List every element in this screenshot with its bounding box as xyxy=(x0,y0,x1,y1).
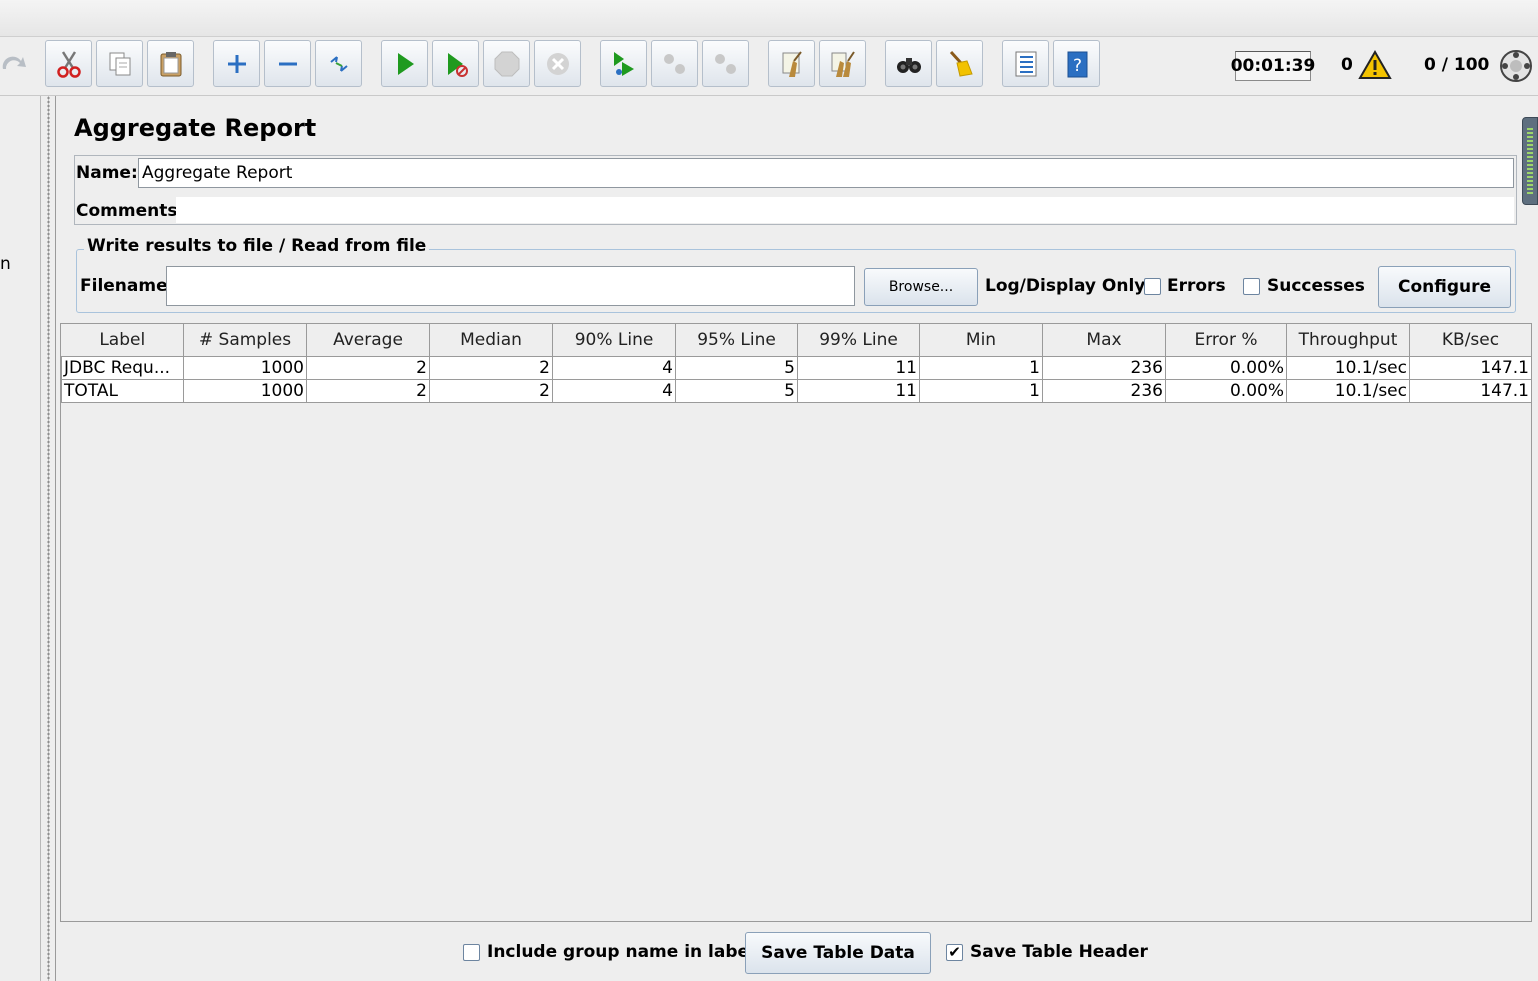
filename-label: Filename xyxy=(80,276,168,296)
aggregate-table[interactable]: Label # Samples Average Median 90% Line 95% L… xyxy=(60,323,1532,922)
include-group-checkbox[interactable] xyxy=(463,944,480,961)
table-cell: 11 xyxy=(797,356,920,380)
table-cell: 236 xyxy=(1042,356,1166,380)
table-cell: 5 xyxy=(675,356,798,380)
table-cell: 2 xyxy=(429,356,553,380)
shutdown-icon[interactable] xyxy=(534,40,581,87)
table-cell: 11 xyxy=(797,379,920,403)
pane-splitter[interactable] xyxy=(40,96,56,981)
collapse-icon[interactable] xyxy=(264,40,311,87)
table-cell: 5 xyxy=(675,379,798,403)
table-cell: 1000 xyxy=(183,379,307,403)
search-icon[interactable] xyxy=(885,40,932,87)
main-toolbar: ? 00:01:39 0 0 / 100 xyxy=(0,37,1538,96)
remote-start-icon[interactable] xyxy=(600,40,647,87)
warning-count: 0 xyxy=(1341,55,1353,75)
page-title: Aggregate Report xyxy=(74,114,317,142)
svg-text:?: ? xyxy=(1072,56,1081,76)
filename-field[interactable] xyxy=(166,266,855,306)
cut-icon[interactable] xyxy=(45,40,92,87)
column-header[interactable]: Label xyxy=(61,324,184,357)
table-cell: 147.1 xyxy=(1409,356,1532,380)
column-header[interactable]: 95% Line xyxy=(675,324,798,357)
table-header-row: Label # Samples Average Median 90% Line 95% L… xyxy=(61,324,1532,357)
save-table-data-button[interactable]: Save Table Data xyxy=(745,932,931,974)
browse-button[interactable]: Browse... xyxy=(864,268,978,306)
table-cell: 1 xyxy=(919,356,1043,380)
table-cell: JDBC Requ... xyxy=(61,356,184,380)
table-cell: 0.00% xyxy=(1165,356,1287,380)
run-status-icon xyxy=(1499,49,1533,87)
side-scroll-handle[interactable] xyxy=(1522,117,1538,205)
clear-icon[interactable] xyxy=(768,40,815,87)
table-cell: 4 xyxy=(552,379,676,403)
table-cell: 2 xyxy=(306,356,430,380)
table-cell: 1 xyxy=(919,379,1043,403)
reset-search-icon[interactable] xyxy=(936,40,983,87)
save-table-header-checkbox[interactable]: ✔ xyxy=(946,944,963,961)
table-cell: 2 xyxy=(306,379,430,403)
include-group-label: Include group name in label? xyxy=(487,942,765,962)
column-header[interactable]: # Samples xyxy=(183,324,307,357)
tree-label-fragment: n xyxy=(0,254,11,274)
elapsed-time-display: 00:01:39 xyxy=(1231,51,1315,81)
table-row[interactable]: JDBC Requ... 1000 2 2 4 5 11 1 236 0.00% 10.1/sec 1… xyxy=(61,356,1532,380)
toggle-icon[interactable] xyxy=(315,40,362,87)
column-header[interactable]: Max xyxy=(1042,324,1166,357)
warning-icon[interactable] xyxy=(1358,49,1392,84)
table-cell: 236 xyxy=(1042,379,1166,403)
copy-icon[interactable] xyxy=(96,40,143,87)
name-label: Name: xyxy=(76,163,138,183)
save-table-header-label: Save Table Header xyxy=(970,942,1148,962)
column-header[interactable]: Error % xyxy=(1165,324,1287,357)
remote-shutdown-icon[interactable] xyxy=(702,40,749,87)
column-header[interactable]: 90% Line xyxy=(552,324,676,357)
start-no-pauses-icon[interactable] xyxy=(432,40,479,87)
table-cell: 4 xyxy=(552,356,676,380)
start-icon[interactable] xyxy=(381,40,428,87)
table-cell: 147.1 xyxy=(1409,379,1532,403)
table-row[interactable]: TOTAL 1000 2 2 4 5 11 1 236 0.00% 10.1/sec 147.1 xyxy=(61,379,1532,403)
column-header[interactable]: KB/sec xyxy=(1409,324,1532,357)
column-header[interactable]: Min xyxy=(919,324,1043,357)
stop-icon[interactable] xyxy=(483,40,530,87)
expand-icon[interactable] xyxy=(213,40,260,87)
table-cell: 0.00% xyxy=(1165,379,1287,403)
help-icon[interactable]: ? xyxy=(1053,40,1100,87)
table-cell: 10.1/sec xyxy=(1286,356,1410,380)
configure-button[interactable]: Configure xyxy=(1378,266,1511,308)
successes-checkbox[interactable] xyxy=(1243,278,1260,295)
function-helper-icon[interactable] xyxy=(1002,40,1049,87)
table-cell: 10.1/sec xyxy=(1286,379,1410,403)
log-display-label: Log/Display Only: xyxy=(985,276,1153,296)
file-settings-legend: Write results to file / Read from file xyxy=(84,236,430,256)
window-title-bar xyxy=(0,0,1538,37)
paste-icon[interactable] xyxy=(147,40,194,87)
clear-all-icon[interactable] xyxy=(819,40,866,87)
active-threads-count: 0 / 100 xyxy=(1424,55,1490,75)
test-plan-tree[interactable]: n xyxy=(0,96,40,981)
table-cell: 1000 xyxy=(183,356,307,380)
redo-icon[interactable] xyxy=(0,40,37,87)
column-header[interactable]: Median xyxy=(429,324,553,357)
comments-label: Comments: xyxy=(76,201,185,221)
table-cell: 2 xyxy=(429,379,553,403)
remote-stop-icon[interactable] xyxy=(651,40,698,87)
comments-field[interactable] xyxy=(176,197,1514,223)
column-header[interactable]: 99% Line xyxy=(797,324,920,357)
errors-checkbox[interactable] xyxy=(1144,278,1161,295)
errors-label: Errors xyxy=(1167,276,1226,296)
column-header[interactable]: Throughput xyxy=(1286,324,1410,357)
table-cell: TOTAL xyxy=(61,379,184,403)
name-field[interactable] xyxy=(138,158,1514,188)
column-header[interactable]: Average xyxy=(306,324,430,357)
successes-label: Successes xyxy=(1267,276,1365,296)
